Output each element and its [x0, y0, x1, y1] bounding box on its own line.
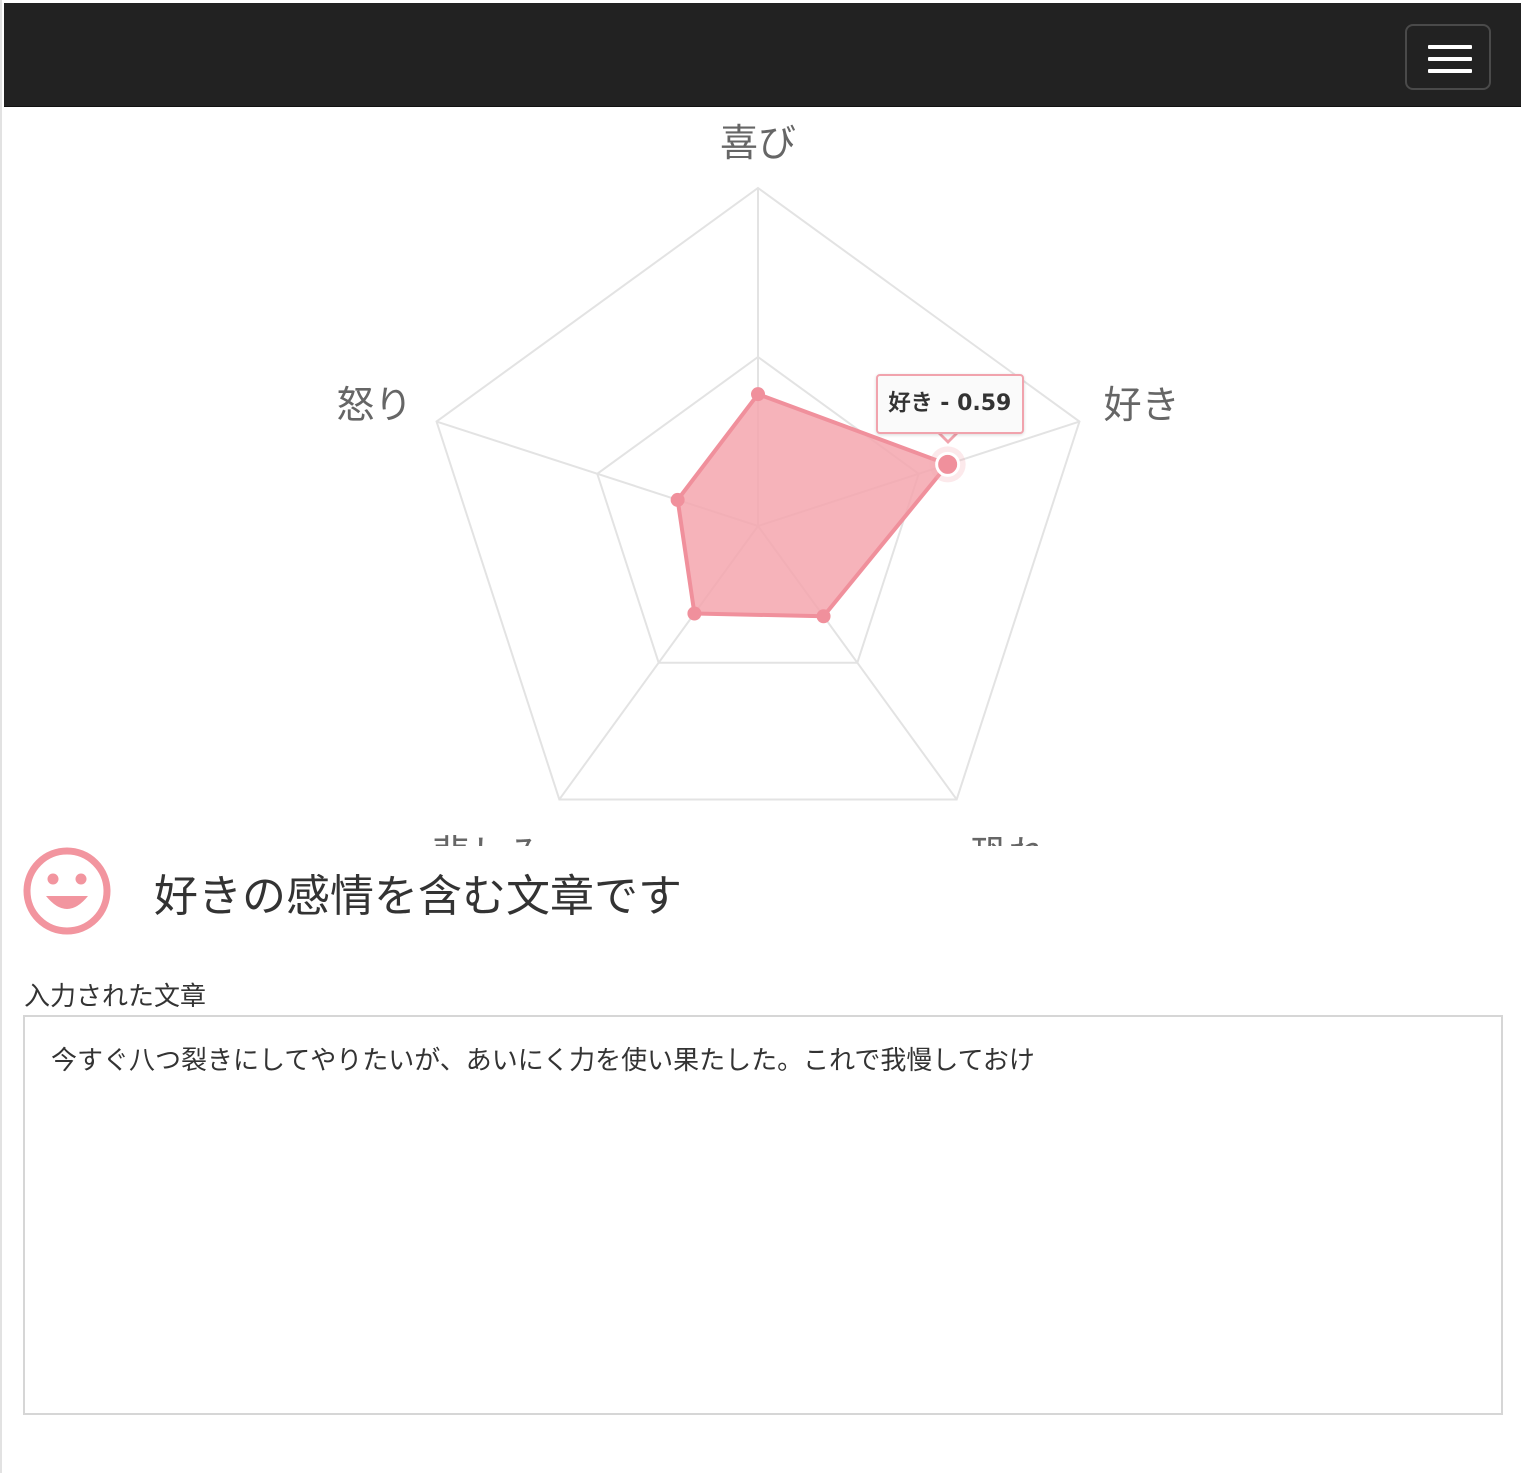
- chart-tooltip: 好き - 0.59: [876, 374, 1024, 434]
- radar-axis-label: 喜び: [720, 121, 796, 165]
- input-text-area[interactable]: 今すぐ八つ裂きにしてやりたいが、あいにく力を使い果たした。これで我慢しておけ: [23, 1015, 1503, 1415]
- navbar: [4, 3, 1521, 107]
- radar-axis-label: 好き: [1104, 383, 1180, 427]
- radar-point-1[interactable]: [935, 451, 961, 477]
- radar-chart-svg: 喜び好き恐れ 悲しみ 怒り: [336, 121, 1180, 846]
- input-label: 入力された文章: [24, 982, 207, 1012]
- radar-point-2[interactable]: [816, 609, 831, 624]
- radar-point-3[interactable]: [687, 606, 702, 621]
- emotion-radar-chart: 喜び好き恐れ 悲しみ 怒り 好き - 0.59: [2, 106, 1521, 846]
- smiley-face-icon: [23, 847, 111, 935]
- radar-axis-label: 恐れ: [970, 833, 1046, 846]
- radar-axis-label: 怒り: [336, 383, 412, 427]
- input-text: 今すぐ八つ裂きにしてやりたいが、あいにく力を使い果たした。これで我慢しておけ: [51, 1046, 1035, 1076]
- menu-toggle-button[interactable]: [1405, 24, 1491, 90]
- result-title: 好きの感情を含む文章です: [154, 871, 682, 922]
- result-row: 好きの感情を含む文章です: [22, 846, 1222, 936]
- radar-point-0[interactable]: [751, 387, 765, 402]
- radar-axis-label: 悲しみ: [432, 833, 546, 846]
- page: 喜び好き恐れ 悲しみ 怒り 好き - 0.59 好きの感情を含む文章です 入力された…: [0, 0, 1521, 1473]
- hamburger-menu-icon: [1428, 45, 1472, 73]
- radar-point-4[interactable]: [670, 492, 685, 507]
